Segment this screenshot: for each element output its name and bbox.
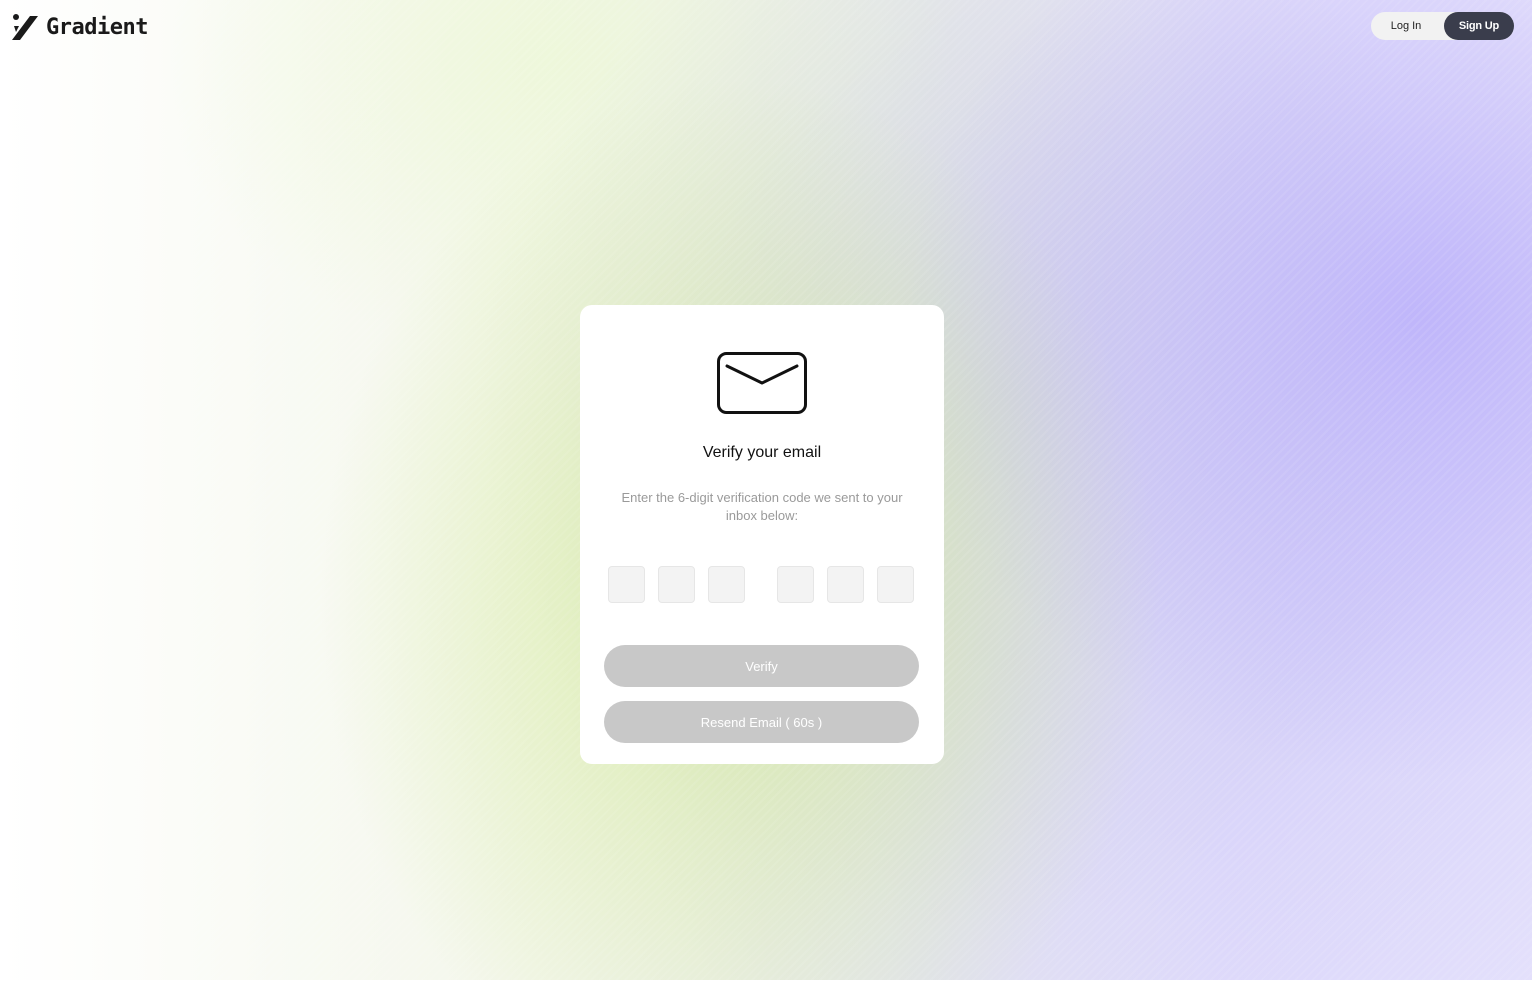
code-digit-3-input[interactable]: [708, 566, 745, 603]
page-title: Verify your email: [702, 444, 822, 461]
verification-code-inputs: [608, 566, 916, 603]
code-digit-4-input[interactable]: [777, 566, 814, 603]
resend-email-button[interactable]: Resend Email ( 60s ): [604, 701, 919, 743]
code-digit-1-input[interactable]: [608, 566, 645, 603]
login-button[interactable]: Log In: [1371, 12, 1441, 40]
logo[interactable]: Gradient: [10, 12, 148, 42]
auth-toggle: Log In Sign Up: [1371, 12, 1514, 40]
verify-button[interactable]: Verify: [604, 645, 919, 687]
envelope-icon: [717, 352, 807, 414]
instruction-text: Enter the 6-digit verification code we s…: [621, 490, 903, 523]
code-digit-5-input[interactable]: [827, 566, 864, 603]
code-digit-2-input[interactable]: [658, 566, 695, 603]
signup-button[interactable]: Sign Up: [1444, 12, 1514, 40]
gradient-logo-icon: [12, 14, 38, 40]
code-digit-6-input[interactable]: [877, 566, 914, 603]
verify-email-card: Verify your email Enter the 6-digit veri…: [580, 305, 944, 764]
logo-text: Gradient: [46, 14, 148, 40]
